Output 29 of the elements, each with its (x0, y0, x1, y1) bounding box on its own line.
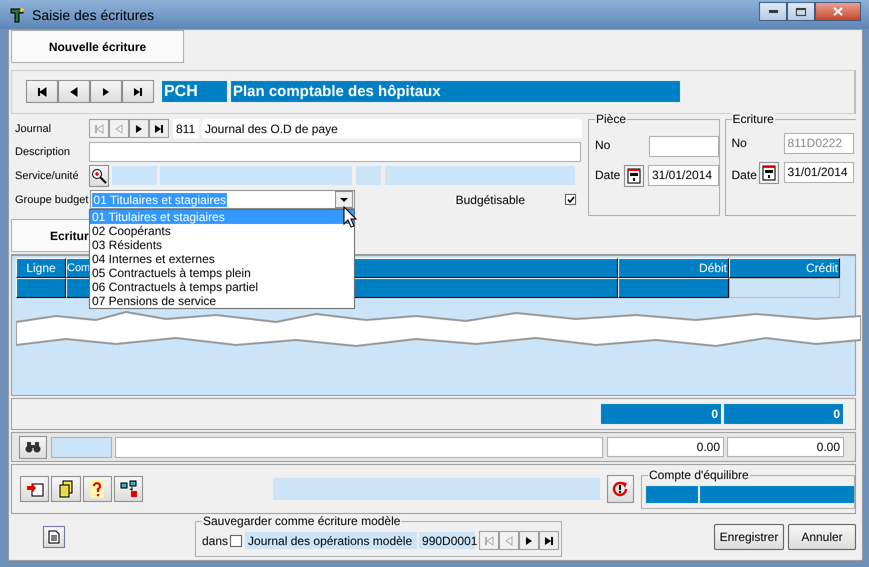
ecriture-no-label: No (732, 136, 747, 150)
model-journal-field: Journal des opérations modèle (245, 532, 418, 550)
window-title: Saisie des écritures (32, 6, 154, 22)
ecriture-date-label: Date (732, 168, 757, 182)
plan-name: Plan comptable des hôpitaux (231, 81, 680, 102)
column-header: Débit (618, 258, 729, 278)
piece-no-label: No (595, 138, 610, 152)
ecriture-title: Ecriture (732, 112, 775, 126)
credit-total: 0 (724, 404, 843, 424)
journal-label: Journal (15, 122, 52, 135)
budgetisable-label: Budgétisable (456, 192, 525, 207)
model-title: Sauvegarder comme écriture modèle (202, 514, 402, 528)
debit-amount: 0.00 (607, 437, 724, 458)
service-label: Service/unité (15, 170, 80, 182)
column-header: Crédit (729, 258, 840, 278)
balance-title: Compte d'équilibre (648, 468, 750, 482)
ecriture-no-field: 811D0222 (784, 132, 854, 154)
journal-name: Journal des O.D de paye (202, 119, 582, 138)
model-in-label: dans (202, 534, 228, 548)
credit-amount: 0.00 (727, 437, 844, 458)
journal-code: 811 (173, 119, 199, 138)
column-header: Ligne (16, 258, 66, 278)
plan-code: PCH (162, 81, 227, 102)
debit-total: 0 (601, 404, 721, 424)
piece-date-label: Date (595, 168, 620, 182)
model-code-field: 990D0001 (419, 532, 476, 550)
description-label: Description (15, 146, 72, 158)
groupe-budget-label: Groupe budget (15, 194, 90, 206)
piece-title: Pièce (595, 112, 628, 126)
